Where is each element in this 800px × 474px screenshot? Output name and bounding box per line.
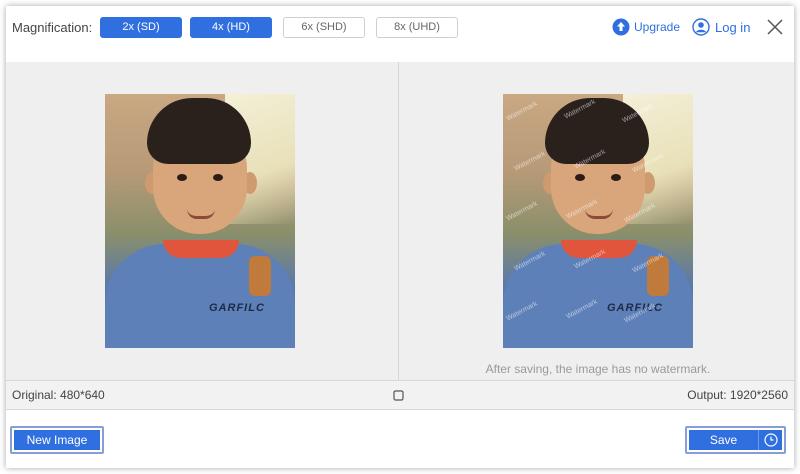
new-image-label: New Image bbox=[14, 430, 100, 450]
original-image: GARFILC bbox=[105, 94, 295, 348]
new-image-button[interactable]: New Image bbox=[10, 426, 104, 454]
app-window: Magnification: 2x (SD) 4x (HD) 6x (SHD) … bbox=[6, 6, 794, 468]
magnification-6x-button[interactable]: 6x (SHD) bbox=[283, 17, 365, 38]
magnification-label: Magnification: bbox=[12, 20, 93, 35]
user-icon bbox=[692, 18, 710, 36]
watermark-text: Watermark bbox=[505, 100, 539, 123]
original-size: Original: 480*640 bbox=[12, 388, 105, 402]
compare-divider bbox=[398, 62, 399, 380]
login-label: Log in bbox=[715, 19, 751, 35]
upgrade-label: Upgrade bbox=[634, 20, 681, 34]
watermark-text: Watermark bbox=[513, 150, 547, 173]
compare-icon[interactable] bbox=[393, 390, 404, 401]
preview-area: GARFILC GARFILC Watermark Watermark Wate… bbox=[6, 62, 794, 380]
top-toolbar: Magnification: 2x (SD) 4x (HD) 6x (SHD) … bbox=[6, 6, 794, 62]
login-link[interactable]: Log in bbox=[692, 17, 750, 37]
output-image: GARFILC Watermark Watermark Watermark Wa… bbox=[503, 94, 693, 348]
clock-icon[interactable] bbox=[759, 430, 782, 450]
upgrade-link[interactable]: Upgrade bbox=[612, 17, 680, 37]
save-label: Save bbox=[689, 430, 759, 450]
magnification-4x-button[interactable]: 4x (HD) bbox=[190, 17, 272, 38]
save-button[interactable]: Save bbox=[685, 426, 786, 454]
magnification-2x-button[interactable]: 2x (SD) bbox=[100, 17, 182, 38]
info-bar: Original: 480*640 Output: 1920*2560 bbox=[6, 380, 794, 410]
close-icon[interactable] bbox=[766, 18, 784, 36]
watermark-text: Watermark bbox=[505, 200, 539, 223]
magnification-8x-button[interactable]: 8x (UHD) bbox=[376, 17, 458, 38]
upload-arrow-icon bbox=[612, 18, 630, 36]
no-watermark-note: After saving, the image has no watermark… bbox=[485, 362, 711, 376]
output-size: Output: 1920*2560 bbox=[687, 388, 788, 402]
